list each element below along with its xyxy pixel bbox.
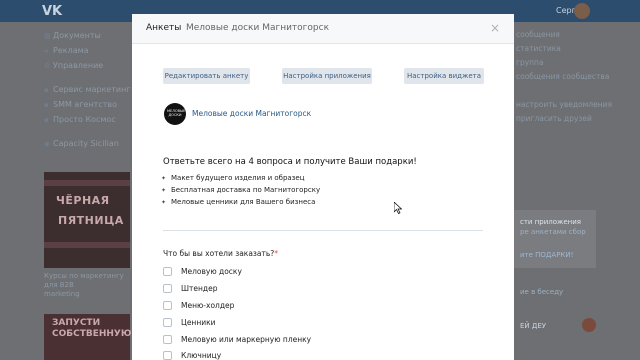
promo-banner-text: ЗАПУСТИ СОБСТВЕННУЮ <box>52 318 132 339</box>
widget-settings-button[interactable]: Настройка виджета <box>404 68 484 84</box>
right-promo-line[interactable]: ите ПОДАРКИ! <box>520 251 573 259</box>
breadcrumb-section[interactable]: Анкеты <box>146 23 181 33</box>
left-menu-item[interactable]: ◉ Capacity Sicilian <box>44 136 134 151</box>
left-menu-item[interactable]: ◂ Реклама <box>44 43 134 58</box>
checkbox[interactable] <box>163 284 172 293</box>
right-promo-line: ре анкетами сбор <box>520 228 586 236</box>
briefcase-icon: ▪ <box>44 85 49 94</box>
modal-header: Анкеты Меловые доски Магнитогорск × <box>132 14 514 44</box>
right-sidebar-item[interactable]: группа <box>516 58 640 72</box>
left-menu-item[interactable]: ⚙ Управление <box>44 58 134 73</box>
option-checkbox[interactable]: Ценники <box>163 318 216 327</box>
right-promo-line: ЕЙ ДЕУ <box>520 322 547 330</box>
left-menu-item[interactable]: ▪ Сервис маркетинг <box>44 82 134 97</box>
megaphone-icon: ◂ <box>44 46 48 55</box>
avatar[interactable] <box>582 318 596 332</box>
checkbox[interactable] <box>163 301 172 310</box>
left-menu-item[interactable]: ▦ Документы <box>44 28 134 43</box>
checkbox[interactable] <box>163 267 172 276</box>
right-sidebar-item[interactable]: пригласить друзей <box>516 114 640 128</box>
intro-title: Ответьте всего на 4 вопроса и получите В… <box>163 157 417 167</box>
sparkle-icon: ✦ <box>161 186 167 194</box>
left-menu-item[interactable]: ▪ Просто Космос <box>44 112 134 127</box>
option-checkbox[interactable]: Ключницу <box>163 351 221 360</box>
perk-item: ✦ Меловые ценники для Вашего бизнеса <box>161 198 316 206</box>
right-sidebar-item[interactable]: сообщения сообщества <box>516 72 640 86</box>
option-checkbox[interactable]: Меню-холдер <box>163 301 234 310</box>
right-promo-line[interactable]: ие в беседу <box>520 288 563 296</box>
close-icon[interactable]: × <box>490 21 500 35</box>
promo-banner-line: ПЯТНИЦА <box>58 214 124 227</box>
right-promo-line: сти приложения <box>520 218 581 226</box>
edit-questionnaire-button[interactable]: Редактировать анкету <box>163 68 250 84</box>
group-avatar[interactable]: МЕЛОВЫЕ ДОСКИ <box>164 103 186 125</box>
checkbox[interactable] <box>163 318 172 327</box>
left-menu: ▦ Документы ◂ Реклама ⚙ Управление ▪ Сервис … <box>44 28 134 151</box>
right-sidebar-item[interactable]: статистика <box>516 44 640 58</box>
mouse-cursor-icon <box>394 202 402 214</box>
breadcrumb-title: Меловые доски Магнитогорск <box>186 23 330 33</box>
group-avatar-logo-text: МЕЛОВЫЕ ДОСКИ <box>167 109 186 117</box>
briefcase-icon: ▪ <box>44 100 49 109</box>
option-checkbox[interactable]: Меловую или маркерную пленку <box>163 335 311 344</box>
promo-banner-black-friday[interactable]: ЧЁРНАЯ ПЯТНИЦА <box>44 172 130 268</box>
promo-banner-line: ЧЁРНАЯ <box>56 194 110 207</box>
perk-item: ✦ Бесплатная доставка по Магнитогорску <box>161 186 321 194</box>
calendar-icon: ▦ <box>44 31 51 40</box>
briefcase-icon: ▪ <box>44 115 49 124</box>
option-checkbox[interactable]: Штендер <box>163 284 217 293</box>
divider <box>163 230 483 231</box>
questionnaire-modal: Анкеты Меловые доски Магнитогорск × Реда… <box>132 14 514 360</box>
right-sidebar-item[interactable]: настроить уведомления <box>516 100 640 114</box>
required-mark: * <box>274 249 279 258</box>
checkbox[interactable] <box>163 335 172 344</box>
option-checkbox[interactable]: Меловую доску <box>163 267 242 276</box>
promo-banner-launch[interactable]: ЗАПУСТИ СОБСТВЕННУЮ <box>44 314 132 360</box>
sparkle-icon: ✦ <box>161 198 167 206</box>
left-menu-item[interactable]: ▪ SMM агентство <box>44 97 134 112</box>
right-sidebar-item[interactable]: сообщения <box>516 30 640 44</box>
right-sidebar: сообщения статистика группа сообщения со… <box>516 30 640 128</box>
group-name-link[interactable]: Меловые доски Магнитогорск <box>192 109 311 118</box>
avatar[interactable] <box>574 3 590 19</box>
right-sidebar-item[interactable] <box>516 86 640 100</box>
globe-icon: ◉ <box>44 139 51 148</box>
sparkle-icon: ✦ <box>161 174 167 182</box>
gear-icon: ⚙ <box>44 61 51 70</box>
checkbox[interactable] <box>163 351 172 360</box>
vk-logo[interactable]: VK <box>42 4 62 19</box>
promo-caption[interactable]: Курсы по маркетингу для B2B marketing <box>44 272 134 299</box>
app-settings-button[interactable]: Настройка приложения <box>282 68 372 84</box>
question-label: Что бы вы хотели заказать?* <box>163 249 279 258</box>
perk-item: ✦ Макет будущего изделия и образец <box>161 174 305 182</box>
